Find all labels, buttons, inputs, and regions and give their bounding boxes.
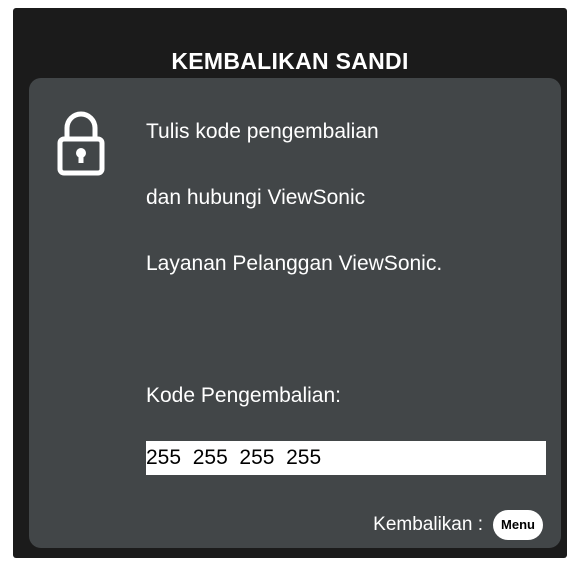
dialog-title: KEMBALIKAN SANDI <box>171 48 409 74</box>
back-label: Kembalikan : <box>373 514 483 535</box>
back-hint: Kembalikan : Menu <box>373 510 543 540</box>
menu-button[interactable]: Menu <box>493 510 543 540</box>
recall-code-field: 255 255 255 255 <box>146 441 546 475</box>
dialog-panel: Tulis kode pengembalian dan hubungi View… <box>29 78 561 548</box>
recall-code-label: Kode Pengembalian: <box>146 384 341 407</box>
recall-password-dialog: KEMBALIKAN SANDI Tulis kode pengembalian… <box>13 8 567 558</box>
message-line-2: dan hubungi ViewSonic <box>146 186 366 209</box>
lock-icon <box>57 111 105 176</box>
message-line-1: Tulis kode pengembalian <box>146 120 379 143</box>
message-line-3: Layanan Pelanggan ViewSonic. <box>146 252 443 275</box>
